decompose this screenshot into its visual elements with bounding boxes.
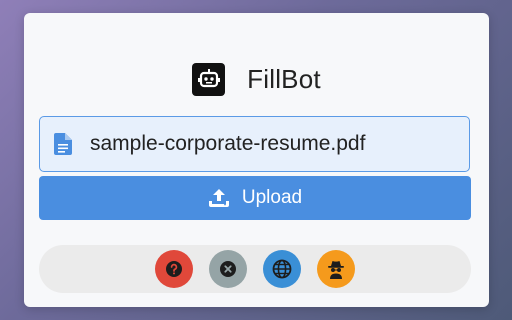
app-title: FillBot [247, 63, 321, 94]
close-icon [220, 261, 236, 277]
fillbot-panel: FillBot sample-corporate-resume.pdf Uplo… [24, 13, 489, 307]
globe-icon [272, 259, 292, 279]
question-icon [166, 261, 182, 277]
file-name: sample-corporate-resume.pdf [90, 132, 366, 155]
upload-icon [208, 188, 230, 208]
clear-button[interactable] [209, 250, 247, 288]
selected-file-field[interactable]: sample-corporate-resume.pdf [39, 116, 470, 172]
privacy-button[interactable] [317, 250, 355, 288]
document-icon [54, 133, 76, 155]
header: FillBot [24, 59, 489, 99]
upload-button[interactable]: Upload [39, 176, 471, 220]
help-button[interactable] [155, 250, 193, 288]
robot-icon [192, 62, 226, 96]
action-toolbar [39, 245, 471, 293]
spy-icon [326, 259, 346, 279]
upload-label: Upload [241, 187, 303, 208]
language-button[interactable] [263, 250, 301, 288]
